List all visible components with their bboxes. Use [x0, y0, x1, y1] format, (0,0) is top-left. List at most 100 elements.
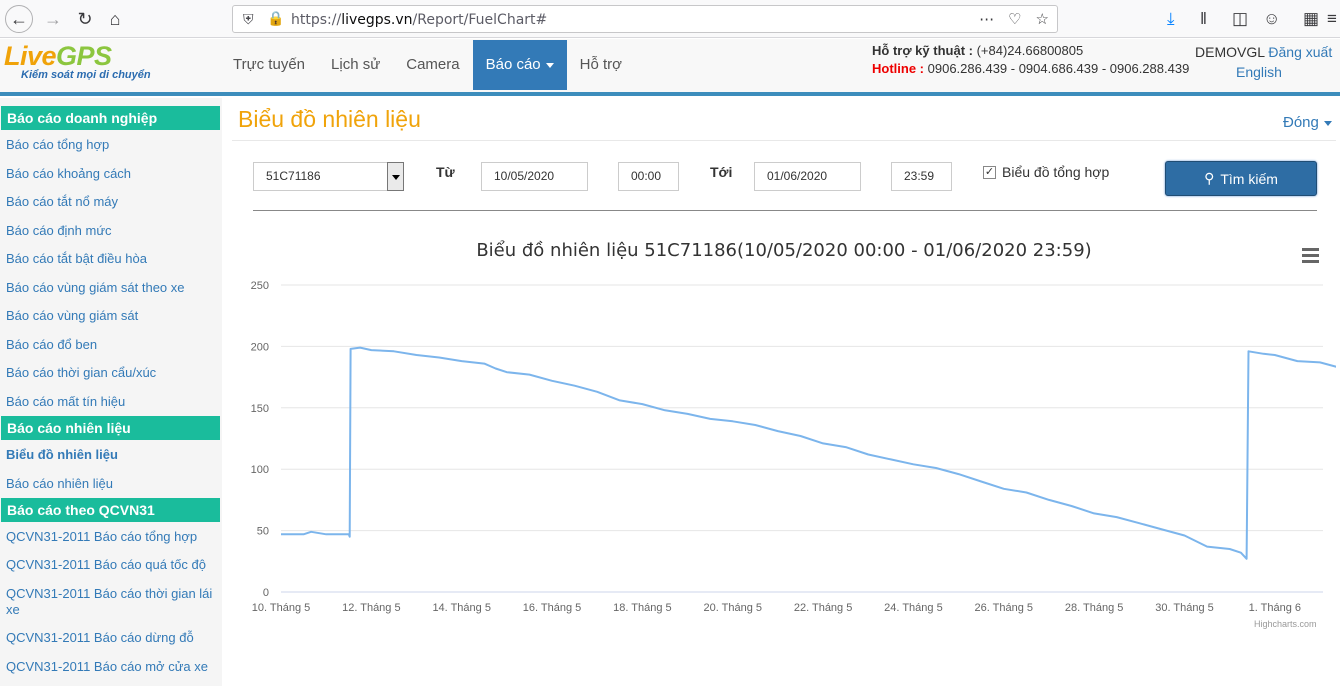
logo-gps: GPS	[56, 41, 112, 71]
x-tick-label: 14. Tháng 5	[432, 602, 491, 614]
account-area: DEMOVGL Đăng xuất English	[1195, 42, 1332, 82]
main-menu: Trực tuyến Lịch sử Camera Báo cáo Hỗ trợ	[220, 40, 635, 90]
x-tick-label: 16. Tháng 5	[523, 602, 582, 614]
url-text[interactable]: https://livegps.vn/Report/FuelChart#	[291, 12, 547, 28]
sidebar-item-distance[interactable]: Báo cáo khoảng cách	[0, 166, 222, 182]
address-bar[interactable]: ⛨ 🔒 https://livegps.vn/Report/FuelChart#…	[232, 5, 1058, 33]
from-date-input[interactable]: 10/05/2020	[481, 162, 588, 191]
menu-camera[interactable]: Camera	[393, 40, 472, 90]
menu-reports[interactable]: Báo cáo	[472, 40, 567, 90]
language-link[interactable]: English	[1236, 62, 1332, 82]
menu-support[interactable]: Hỗ trợ	[567, 40, 635, 90]
menu-icon[interactable]: ≡	[1327, 9, 1337, 29]
from-label: Từ	[436, 164, 455, 180]
hotline-numbers: 0906.286.439 - 0904.686.439 - 0906.288.4…	[927, 61, 1190, 76]
url-prefix: https://	[291, 12, 342, 28]
sidebar-item-zone[interactable]: Báo cáo vùng giám sát	[0, 308, 222, 324]
url-host: livegps.vn	[341, 12, 413, 28]
lock-icon[interactable]: 🔒	[267, 10, 284, 27]
support-info: Hỗ trợ kỹ thuật : (+84)24.66800805 Hotli…	[872, 42, 1189, 78]
x-tick-label: 12. Tháng 5	[342, 602, 401, 614]
tracking-shield-icon[interactable]: ⛨	[243, 11, 254, 28]
download-icon[interactable]: ⤓	[1167, 9, 1175, 29]
sidebar-section-fuel[interactable]: Báo cáo nhiên liệu	[1, 415, 220, 440]
chart-credit[interactable]: Highcharts.com	[1254, 619, 1317, 629]
sidebar-item-qcvn-door[interactable]: QCVN31-2011 Báo cáo mở cửa xe	[0, 659, 222, 675]
page-actions-icon[interactable]: ⋯	[979, 10, 994, 28]
search-button[interactable]: ⚲ Tìm kiếm	[1165, 161, 1317, 196]
sidebar-item-zone-by-vehicle[interactable]: Báo cáo vùng giám sát theo xe	[0, 280, 222, 296]
menu-reports-label: Báo cáo	[485, 56, 541, 73]
to-time-input[interactable]: 23:59	[891, 162, 952, 191]
library-icon[interactable]: ‖	[1200, 9, 1207, 29]
back-icon[interactable]: ←	[5, 5, 33, 33]
browser-toolbar: ← → ↻ ⌂ ⛨ 🔒 https://livegps.vn/Report/Fu…	[0, 0, 1340, 38]
menu-history[interactable]: Lịch sử	[318, 40, 393, 90]
y-tick-label: 150	[251, 403, 269, 415]
chevron-down-icon[interactable]	[387, 162, 404, 191]
sidebar-item-aircon[interactable]: Báo cáo tắt bật điều hòa	[0, 251, 222, 267]
sidebar: Báo cáo doanh nghiệp Báo cáo tổng hợp Bá…	[0, 98, 222, 686]
page-title: Biểu đồ nhiên liệu	[238, 106, 421, 132]
x-tick-label: 24. Tháng 5	[884, 602, 943, 614]
menu-online[interactable]: Trực tuyến	[220, 40, 318, 90]
sidebar-item-dump[interactable]: Báo cáo đổ ben	[0, 337, 222, 353]
summary-checkbox[interactable]: ✓	[983, 166, 996, 179]
sidebar-section-qcvn31[interactable]: Báo cáo theo QCVN31	[1, 497, 220, 522]
logo-tagline: Kiểm soát mọi di chuyển	[21, 69, 151, 81]
url-path: /Report/FuelChart#	[412, 12, 548, 28]
search-button-label: Tìm kiếm	[1220, 170, 1278, 187]
bookmark-star-icon[interactable]: ☆	[1036, 10, 1049, 28]
sidebar-item-norm[interactable]: Báo cáo định mức	[0, 223, 222, 239]
sidebar-item-crane[interactable]: Báo cáo thời gian cẩu/xúc	[0, 365, 222, 381]
sidebar-item-signal-loss[interactable]: Báo cáo mất tín hiệu	[0, 394, 222, 410]
form-divider	[253, 210, 1317, 211]
sidebar-item-qcvn-driving-time[interactable]: QCVN31-2011 Báo cáo thời gian lái xe	[0, 586, 218, 618]
x-tick-label: 18. Tháng 5	[613, 602, 672, 614]
x-tick-label: 20. Tháng 5	[703, 602, 762, 614]
y-tick-label: 50	[257, 526, 269, 538]
title-divider	[232, 140, 1336, 141]
close-dropdown[interactable]: Đóng	[1283, 114, 1332, 131]
to-label: Tới	[710, 164, 733, 180]
sidebar-item-fuel-report[interactable]: Báo cáo nhiên liệu	[0, 476, 222, 492]
x-tick-label: 10. Tháng 5	[252, 602, 311, 614]
chevron-down-icon	[545, 62, 554, 68]
fuel-series-line[interactable]	[281, 346, 1336, 560]
pocket-icon[interactable]: ♡	[1008, 10, 1021, 28]
x-tick-label: 28. Tháng 5	[1065, 602, 1124, 614]
x-tick-label: 30. Tháng 5	[1155, 602, 1214, 614]
support-label: Hỗ trợ kỹ thuật :	[872, 43, 973, 58]
reload-icon[interactable]: ↻	[72, 6, 98, 32]
sidebar-item-engine[interactable]: Báo cáo tắt nổ máy	[0, 194, 222, 210]
hotline-label: Hotline :	[872, 61, 924, 76]
y-tick-label: 100	[251, 464, 269, 476]
x-tick-label: 1. Tháng 6	[1249, 602, 1301, 614]
sidebar-toggle-icon[interactable]: ◫	[1232, 9, 1248, 29]
x-tick-label: 22. Tháng 5	[794, 602, 853, 614]
to-date-input[interactable]: 01/06/2020	[754, 162, 861, 191]
sidebar-section-business[interactable]: Báo cáo doanh nghiệp	[1, 106, 220, 130]
account-icon[interactable]: ☺	[1263, 9, 1280, 29]
extensions-icon[interactable]: ▦	[1303, 9, 1319, 29]
header-divider	[0, 92, 1340, 96]
sidebar-item-qcvn-speeding[interactable]: QCVN31-2011 Báo cáo quá tốc độ	[0, 557, 222, 573]
fuel-chart: Biểu đồ nhiên liệu 51C71186(10/05/2020 0…	[232, 226, 1336, 636]
logout-link[interactable]: Đăng xuất	[1268, 44, 1332, 60]
forward-icon[interactable]: →	[40, 6, 66, 32]
sidebar-item-qcvn-summary[interactable]: QCVN31-2011 Báo cáo tổng hợp	[0, 529, 222, 545]
summary-checkbox-label: Biểu đồ tổng hợp	[1002, 164, 1110, 180]
home-icon[interactable]: ⌂	[102, 6, 128, 32]
username: DEMOVGL	[1195, 44, 1265, 60]
sidebar-item-summary[interactable]: Báo cáo tổng hợp	[0, 137, 222, 153]
support-phone: (+84)24.66800805	[976, 43, 1084, 58]
sidebar-item-qcvn-stops[interactable]: QCVN31-2011 Báo cáo dừng đỗ	[0, 630, 222, 646]
from-time-input[interactable]: 00:00	[618, 162, 679, 191]
close-label: Đóng	[1283, 114, 1319, 131]
sidebar-item-fuel-chart[interactable]: Biểu đồ nhiên liệu	[0, 447, 222, 463]
site-logo[interactable]: LiveGPS Kiểm soát mọi di chuyển	[4, 42, 151, 81]
logo-live: Live	[4, 41, 57, 71]
vehicle-select[interactable]: 51C71186	[253, 162, 404, 191]
y-tick-label: 250	[251, 280, 269, 292]
chart-plot: 0 50 100 150 200 250 10. Tháng 5 12. Tháng 5 14.…	[251, 280, 1336, 614]
